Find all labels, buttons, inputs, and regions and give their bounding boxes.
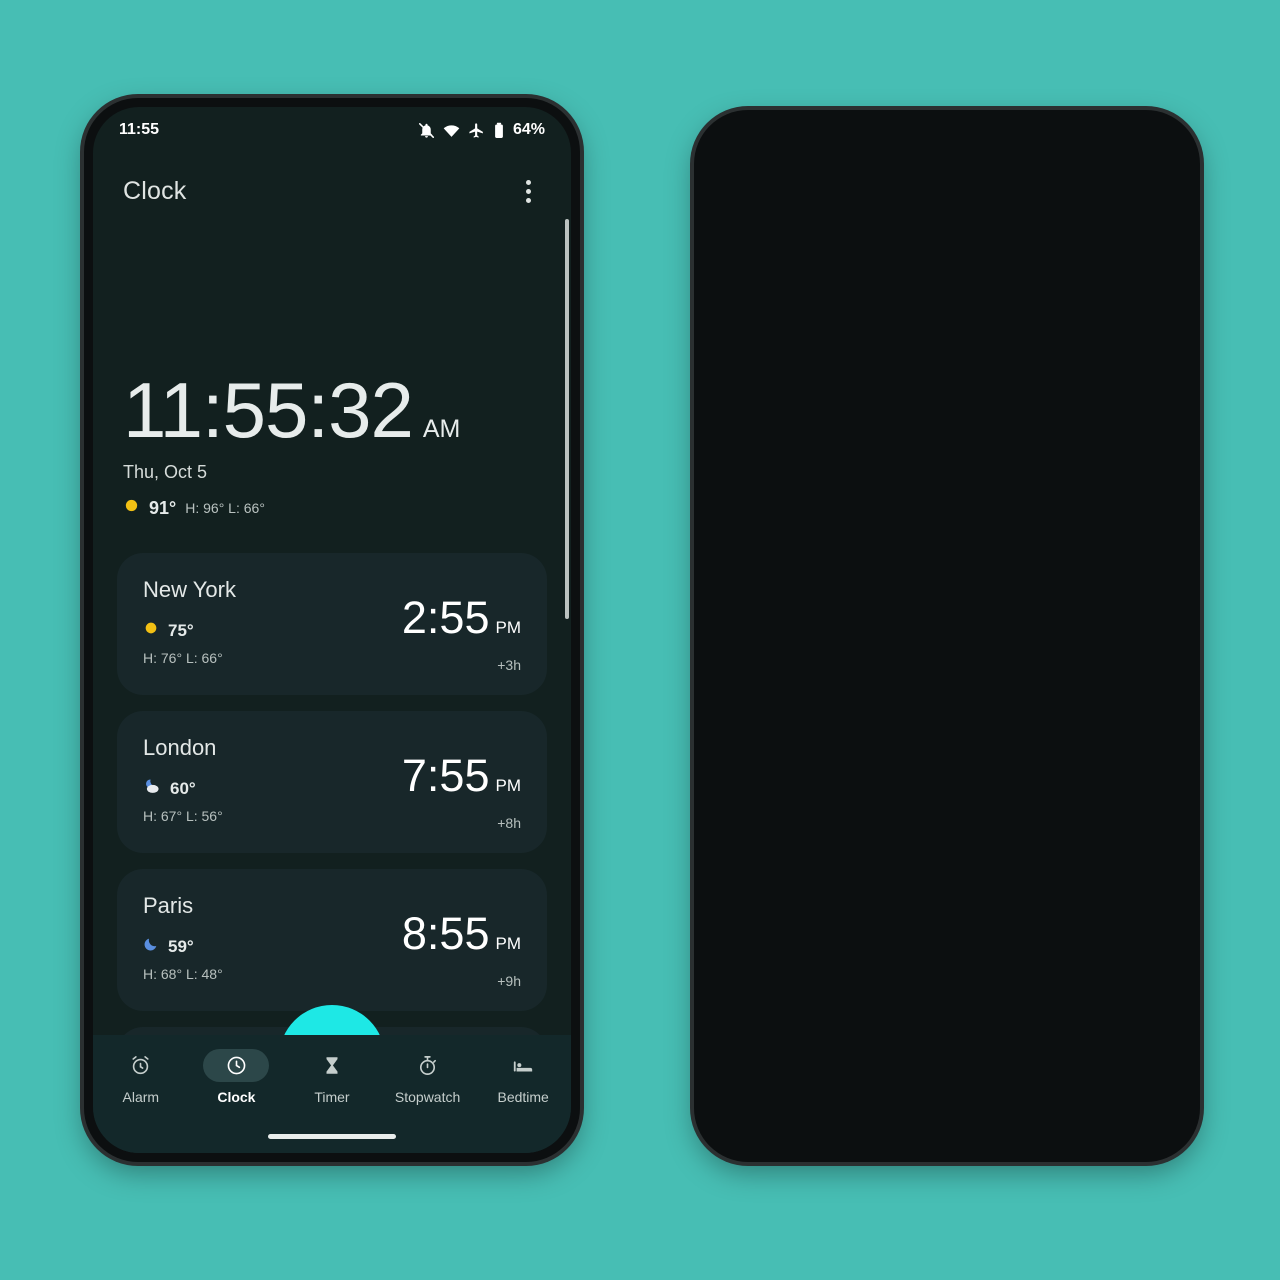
bell-muted-icon — [418, 122, 435, 139]
nav-item-bedtime[interactable]: Bedtime — [475, 1049, 571, 1105]
phone-device-right: Kavaratty கவரட்டி Skyfall Villas ஸ்கைபால… — [694, 110, 1200, 1162]
overflow-menu-icon[interactable] — [516, 174, 541, 209]
nav-label: Timer — [314, 1089, 350, 1105]
city-time-value: 8:55 — [401, 908, 490, 959]
current-date: Thu, Oct 5 — [123, 462, 208, 482]
nav-label: Stopwatch — [394, 1089, 461, 1105]
nav-item-timer[interactable]: Timer — [284, 1049, 380, 1105]
clock-icon — [203, 1049, 270, 1082]
stopwatch-icon — [395, 1049, 461, 1082]
city-card-london[interactable]: London 60° H: 67° L: 56° 7:55 PM +8h — [117, 711, 547, 853]
city-time-meridiem: PM — [495, 776, 522, 795]
city-offset: +3h — [497, 657, 521, 673]
screenshot-stage: 11:55 64% Clock 11:55:32 AM Thu, Oct 5 9… — [0, 0, 1280, 1280]
city-temperature: 59° — [168, 936, 194, 956]
nav-label: Alarm — [122, 1089, 160, 1105]
hourglass-icon — [299, 1049, 365, 1082]
nav-label: Clock — [217, 1089, 256, 1105]
nav-item-stopwatch[interactable]: Stopwatch — [380, 1049, 476, 1105]
city-time: 7:55 PM — [402, 753, 521, 798]
moon-cloud-icon — [143, 778, 161, 799]
city-offset: +8h — [497, 815, 521, 831]
moon-icon — [143, 936, 159, 957]
page-title: Clock — [123, 176, 187, 205]
city-card-paris[interactable]: Paris 59° H: 68° L: 48° 8:55 PM +9h — [117, 869, 547, 1011]
city-offset: +9h — [497, 973, 521, 989]
city-time: 8:55 PM — [402, 911, 521, 956]
city-temperature: 75° — [168, 620, 194, 640]
city-high-low: H: 67° L: 56° — [143, 808, 223, 824]
nav-label: Bedtime — [497, 1089, 549, 1105]
city-time: 2:55 PM — [402, 595, 521, 640]
status-icons: 64% — [418, 121, 545, 139]
battery-icon — [493, 122, 505, 139]
main-clock-meridiem: AM — [422, 415, 461, 443]
scrollbar[interactable] — [565, 219, 569, 619]
sun-icon — [123, 497, 140, 519]
city-time-meridiem: PM — [495, 618, 522, 637]
gesture-bar — [268, 1134, 396, 1139]
main-clock: 11:55:32 AM — [123, 371, 460, 449]
city-high-low: H: 76° L: 66° — [143, 650, 223, 666]
city-time-value: 2:55 — [401, 592, 490, 643]
home-weather: 91° H: 96° L: 66° — [123, 497, 265, 519]
status-bar-clock: 11:55 64% — [93, 107, 571, 153]
city-temperature: 60° — [170, 778, 196, 798]
city-card-new-york[interactable]: New York 75° H: 76° L: 66° 2:55 PM +3h — [117, 553, 547, 695]
main-clock-time: 11:55:32 — [123, 366, 414, 454]
sun-icon — [143, 620, 159, 641]
status-time: 11:55 — [119, 121, 160, 138]
home-high-low: H: 96° L: 66° — [185, 500, 265, 516]
city-time-meridiem: PM — [495, 934, 522, 953]
city-high-low: H: 68° L: 48° — [143, 966, 223, 982]
home-temperature: 91° — [149, 497, 177, 518]
clock-app-screen: 11:55 64% Clock 11:55:32 AM Thu, Oct 5 9… — [93, 107, 571, 1153]
alarm-icon — [108, 1049, 174, 1082]
bed-icon — [490, 1049, 556, 1082]
airplane-icon — [468, 122, 485, 139]
clock-app-bar: Clock — [93, 165, 571, 217]
nav-item-clock[interactable]: Clock — [189, 1049, 285, 1105]
nav-item-alarm[interactable]: Alarm — [93, 1049, 189, 1105]
city-time-value: 7:55 — [401, 750, 490, 801]
battery-percent: 64% — [512, 121, 545, 138]
phone-device-left: 11:55 64% Clock 11:55:32 AM Thu, Oct 5 9… — [84, 98, 580, 1162]
wifi-icon — [443, 122, 460, 139]
